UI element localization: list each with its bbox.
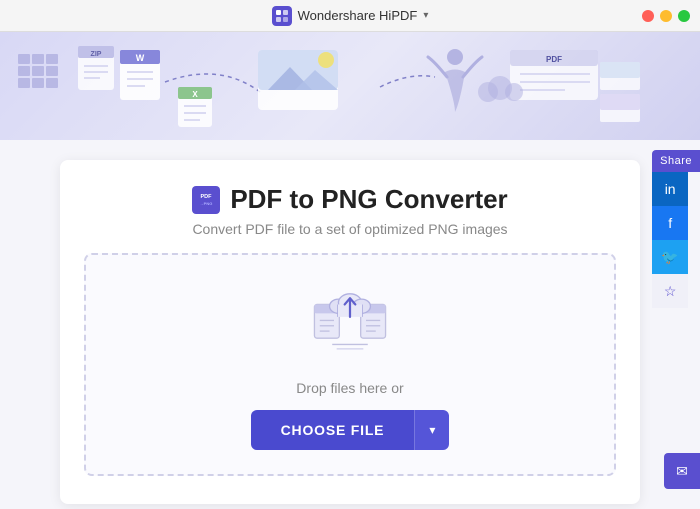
drop-text: Drop files here or <box>296 380 403 396</box>
converter-card: PDF →PNG PDF to PNG Converter Convert PD… <box>60 160 640 504</box>
twitter-share-button[interactable]: 🐦 <box>652 240 688 274</box>
app-logo <box>272 6 292 26</box>
card-header: PDF →PNG PDF to PNG Converter Convert PD… <box>84 184 616 237</box>
maximize-button[interactable] <box>678 10 690 22</box>
email-icon: ✉ <box>676 463 688 480</box>
pdf-png-icon: PDF →PNG <box>192 186 220 214</box>
title-bar: Wondershare HiPDF ▾ <box>0 0 700 32</box>
choose-file-button[interactable]: CHOOSE FILE <box>251 410 415 450</box>
svg-text:X: X <box>192 90 198 99</box>
bookmark-button[interactable]: ☆ <box>652 274 688 308</box>
choose-file-group: CHOOSE FILE ▾ <box>251 410 450 450</box>
card-title-row: PDF →PNG PDF to PNG Converter <box>84 184 616 215</box>
svg-text:PDF: PDF <box>546 55 562 64</box>
upload-illustration <box>310 285 390 360</box>
hero-banner: ZIP W X <box>0 32 700 140</box>
banner-decoration: ZIP W X <box>0 32 700 140</box>
window-controls <box>642 10 690 22</box>
dropdown-arrow-icon: ▾ <box>429 423 435 437</box>
minimize-button[interactable] <box>660 10 672 22</box>
dropdown-button[interactable]: ▾ <box>414 410 449 450</box>
chevron-icon: ▾ <box>423 10 428 21</box>
twitter-icon: 🐦 <box>661 249 678 266</box>
svg-text:ZIP: ZIP <box>91 51 102 58</box>
page-title: PDF to PNG Converter <box>230 184 507 215</box>
share-sidebar: Share in f 🐦 ☆ <box>652 150 700 308</box>
share-label: Share <box>652 150 700 172</box>
facebook-share-button[interactable]: f <box>652 206 688 240</box>
title-bar-content: Wondershare HiPDF ▾ <box>272 6 429 26</box>
svg-text:W: W <box>136 53 145 63</box>
drop-zone[interactable]: Drop files here or CHOOSE FILE ▾ <box>84 253 616 476</box>
svg-text:PDF: PDF <box>201 194 213 200</box>
star-icon: ☆ <box>664 283 677 300</box>
svg-text:→PNG: →PNG <box>200 201 213 206</box>
email-button[interactable]: ✉ <box>664 453 700 489</box>
app-name: Wondershare HiPDF <box>298 8 418 23</box>
page-subtitle: Convert PDF file to a set of optimized P… <box>84 221 616 237</box>
main-content: PDF →PNG PDF to PNG Converter Convert PD… <box>0 140 700 509</box>
linkedin-icon: in <box>665 181 676 197</box>
linkedin-share-button[interactable]: in <box>652 172 688 206</box>
facebook-icon: f <box>668 215 672 231</box>
close-button[interactable] <box>642 10 654 22</box>
